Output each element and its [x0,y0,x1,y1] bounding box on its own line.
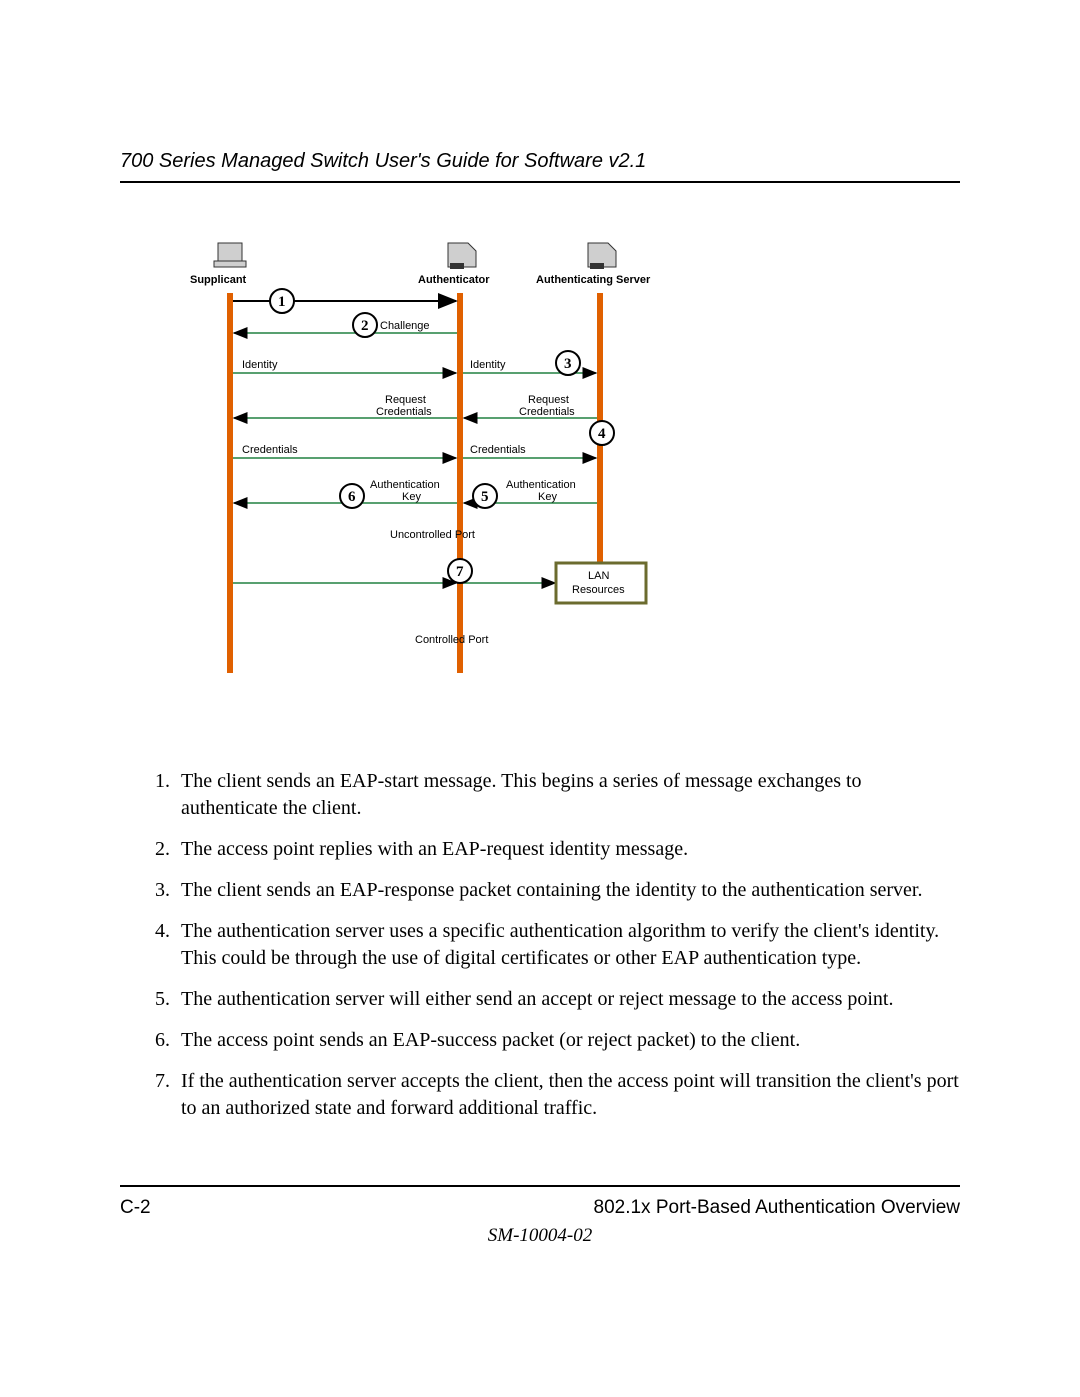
label-reqcred-l2: Credentials [376,406,432,418]
footer-rule [120,1185,960,1187]
list-item: The access point replies with an EAP-req… [175,836,960,863]
section-title: 802.1x Port-Based Authentication Overvie… [594,1197,960,1219]
label-identity-r: Identity [470,359,506,371]
list-item: If the authentication server accepts the… [175,1068,960,1122]
list-item: The access point sends an EAP-success pa… [175,1027,960,1054]
label-supplicant: Supplicant [190,274,247,286]
lifeline-supplicant [227,293,233,673]
page-footer: C-2 802.1x Port-Based Authentication Ove… [120,1185,960,1247]
label-cred-l: Credentials [242,444,298,456]
label-challenge: Challenge [380,320,430,332]
label-authkey-l1: Authentication [370,479,440,491]
label-identity-l: Identity [242,359,278,371]
label-reqcred-l1: Request [385,394,426,406]
page-number: C-2 [120,1197,151,1219]
header-rule [120,181,960,183]
label-reqcred-r1: Request [528,394,569,406]
step-num-5: 5 [481,489,489,505]
doc-id: SM-10004-02 [120,1225,960,1247]
step-num-1: 1 [278,294,286,310]
steps-list: The client sends an EAP-start message. T… [120,768,960,1122]
list-item: The client sends an EAP-response packet … [175,877,960,904]
step-num-6: 6 [348,489,356,505]
label-lan2: Resources [572,584,625,596]
step-num-2: 2 [361,318,369,334]
label-authkey-l2: Key [402,491,421,503]
lifeline-authenticator [457,293,463,673]
step-num-4: 4 [598,426,606,442]
label-authkey-r1: Authentication [506,479,576,491]
label-uncontrolled: Uncontrolled Port [390,529,475,541]
lan-resources-box [556,563,646,603]
authenticator-icon [448,243,476,269]
label-reqcred-r2: Credentials [519,406,575,418]
label-cred-r: Credentials [470,444,526,456]
step-num-3: 3 [564,356,572,372]
list-item: The authentication server will either se… [175,986,960,1013]
auth-sequence-diagram: Supplicant Authenticator Authenticating … [160,223,730,728]
page-header-title: 700 Series Managed Switch User's Guide f… [120,150,960,173]
label-authkey-r2: Key [538,491,557,503]
label-controlled: Controlled Port [415,634,488,646]
list-item: The authentication server uses a specifi… [175,918,960,972]
label-auth-server: Authenticating Server [536,274,651,286]
step-num-7: 7 [456,564,464,580]
diagram-svg: Supplicant Authenticator Authenticating … [160,223,730,723]
label-lan1: LAN [588,570,609,582]
list-item: The client sends an EAP-start message. T… [175,768,960,822]
label-authenticator: Authenticator [418,274,490,286]
supplicant-icon [214,243,246,267]
auth-server-icon [588,243,616,269]
